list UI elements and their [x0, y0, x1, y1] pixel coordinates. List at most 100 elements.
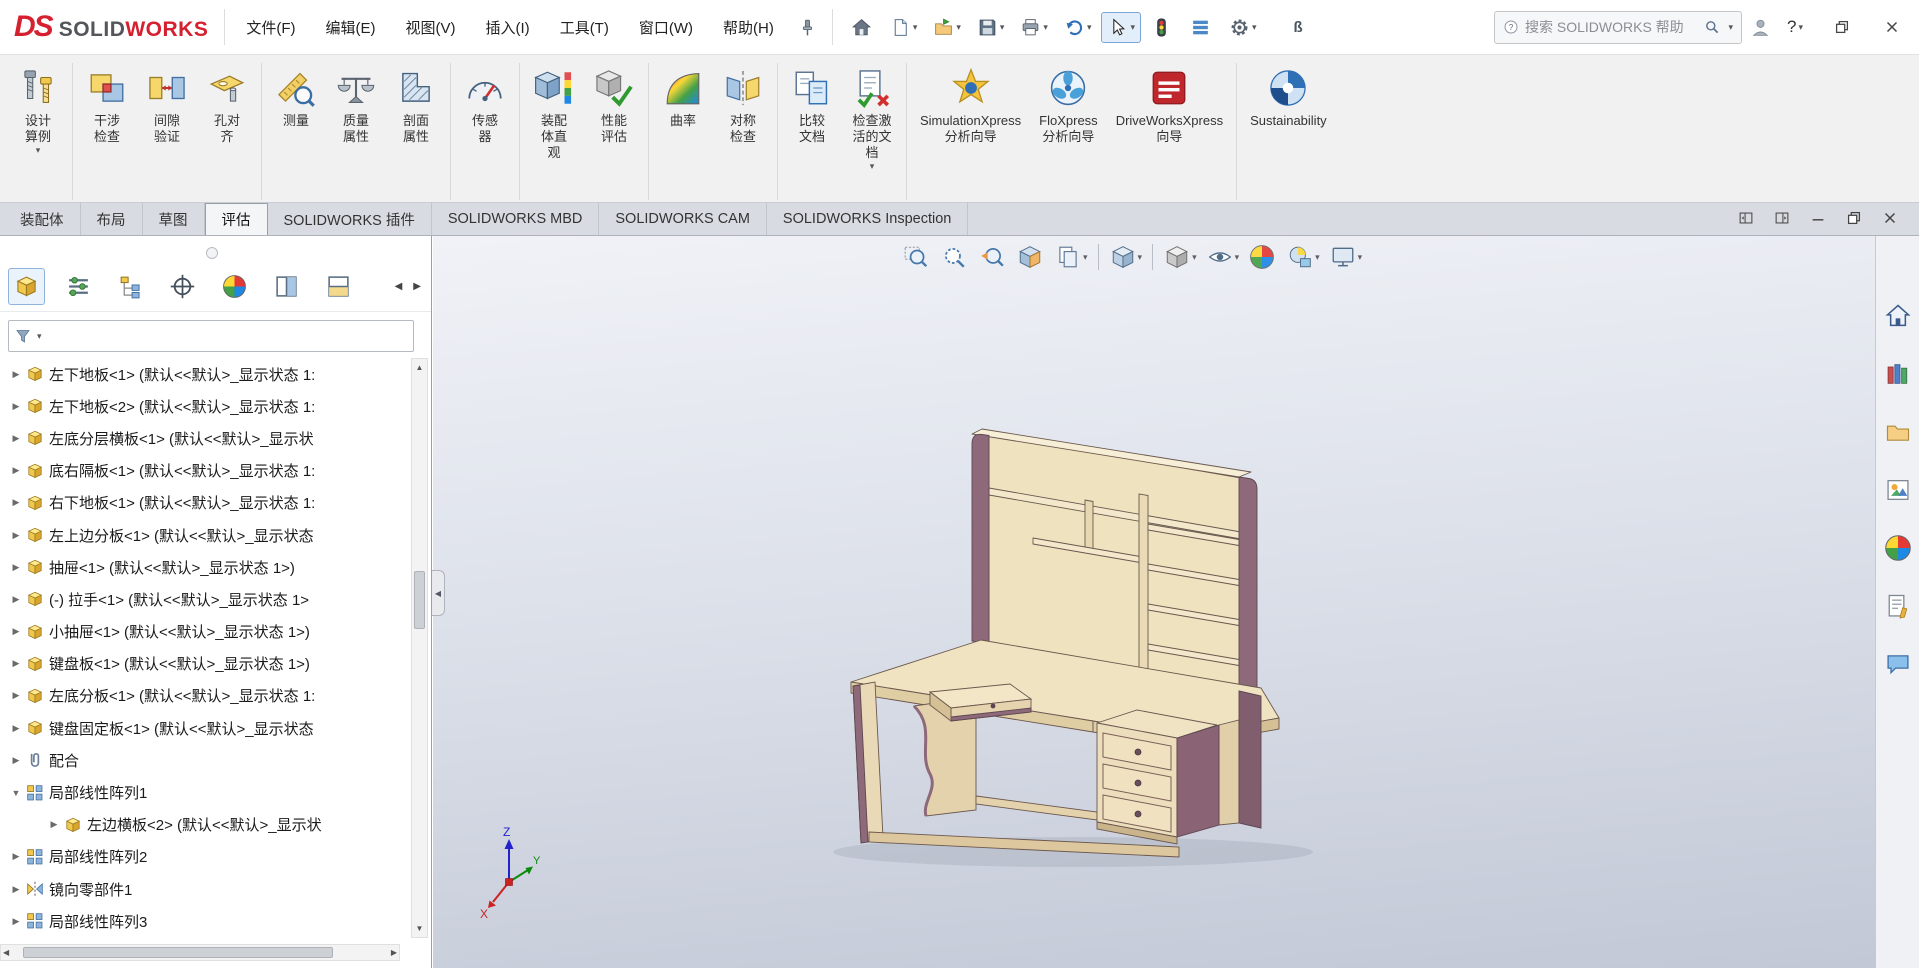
close-document-button[interactable] [1881, 209, 1899, 227]
zoom-to-area-button[interactable] [941, 244, 969, 270]
menu-item[interactable]: 文件(F) [231, 0, 310, 54]
open-document-button[interactable]: ▾ [927, 12, 967, 43]
tree-item[interactable]: ▶ 左边横板<2> (默认<<默认>_显示状 [0, 809, 410, 841]
home-button[interactable] [845, 12, 880, 43]
sensor-button[interactable]: 传感 器 [455, 63, 520, 200]
save-button[interactable]: ▾ [971, 12, 1011, 43]
sustainability-button[interactable]: Sustainability [1241, 63, 1336, 200]
propertymanager-tab[interactable] [60, 268, 97, 305]
print-button[interactable]: ▾ [1014, 12, 1054, 43]
hide-show-items-button[interactable]: ▾ [1207, 244, 1239, 270]
panel-collapse-handle[interactable]: ◀ [432, 570, 445, 616]
tree-item[interactable]: ▶ 配合 [0, 744, 410, 776]
tree-item[interactable]: ▶ 左底分层横板<1> (默认<<默认>_显示状 [0, 422, 410, 454]
tab-evaluate[interactable]: 评估 [204, 203, 268, 235]
search-icon[interactable] [1704, 19, 1720, 35]
tree-item[interactable]: ▼ 局部线性阵列1 [0, 776, 410, 808]
tree-expander-icon[interactable]: ▶ [8, 658, 24, 669]
options-button[interactable]: ▾ [1223, 12, 1263, 43]
mass-properties-button[interactable]: 质量 属性 [326, 63, 386, 200]
display-style-button[interactable]: ▾ [1152, 244, 1197, 270]
appearances-scenes-tab[interactable] [1882, 532, 1914, 564]
edit-appearance-button[interactable] [1249, 244, 1277, 270]
undo-button[interactable]: ▾ [1058, 12, 1098, 43]
command-list-button[interactable] [1184, 12, 1219, 43]
tree-expander-icon[interactable]: ▶ [46, 819, 62, 830]
previous-view-button[interactable] [979, 244, 1007, 270]
tree-expander-icon[interactable]: ▶ [8, 594, 24, 605]
tree-expander-icon[interactable]: ▶ [8, 626, 24, 637]
menu-item[interactable]: 帮助(H) [708, 0, 789, 54]
tree-item[interactable]: ▶ 小抽屉<1> (默认<<默认>_显示状态 1>) [0, 616, 410, 648]
annotation-views-button[interactable]: ▾ [1055, 244, 1088, 270]
tree-expander-icon[interactable]: ▶ [8, 369, 24, 380]
restore-app-button[interactable] [1827, 13, 1857, 41]
tree-item[interactable]: ▶ 抽屉<1> (默认<<默认>_显示状态 1>) [0, 551, 410, 583]
tree-expander-icon[interactable]: ▶ [8, 497, 24, 508]
new-document-button[interactable]: ▾ [884, 12, 924, 43]
interference-check-button[interactable]: 干涉 检查 [77, 63, 137, 200]
compare-documents-button[interactable]: 比较 文档 [782, 63, 842, 200]
pane-preview-right-button[interactable] [1773, 209, 1791, 227]
file-explorer-tab[interactable] [1882, 416, 1914, 448]
pin-icon[interactable] [791, 12, 824, 43]
tree-item[interactable]: ▶ 左底分板<1> (默认<<默认>_显示状态 1: [0, 680, 410, 712]
driveworksxpress-button[interactable]: DriveWorksXpress 向导 [1107, 63, 1238, 200]
tab-cam[interactable]: SOLIDWORKS CAM [599, 203, 767, 235]
tree-expander-icon[interactable]: ▶ [8, 530, 24, 541]
tree-expander-icon[interactable]: ▶ [8, 433, 24, 444]
tree-item[interactable]: ▶ 左上边分板<1> (默认<<默认>_显示状态 [0, 519, 410, 551]
tree-expander-icon[interactable]: ▶ [8, 562, 24, 573]
dimxpertmanager-tab[interactable] [164, 268, 201, 305]
solidworks-resources-tab[interactable] [1882, 300, 1914, 332]
menu-item[interactable]: 编辑(E) [311, 0, 391, 54]
tree-item[interactable]: ▶ 左下地板<1> (默认<<默认>_显示状态 1: [0, 358, 410, 390]
view-palette-tab[interactable] [1882, 474, 1914, 506]
assembly-visualization-button[interactable]: 装配 体直 观 [524, 63, 584, 200]
menu-item[interactable]: 工具(T) [545, 0, 624, 54]
tree-item[interactable]: ▶ (-) 拉手<1> (默认<<默认>_显示状态 1> [0, 583, 410, 615]
section-view-button[interactable] [1017, 244, 1045, 270]
menu-item[interactable]: 插入(I) [471, 0, 545, 54]
hole-alignment-button[interactable]: 孔对 齐 [197, 63, 262, 200]
scrollbar-thumb[interactable] [414, 571, 425, 629]
section-properties-button[interactable]: 剖面 属性 [386, 63, 451, 200]
misc-tool[interactable]: ß [1267, 12, 1311, 43]
tree-expander-icon[interactable]: ▶ [8, 851, 24, 862]
tab-mbd[interactable]: SOLIDWORKS MBD [432, 203, 600, 235]
user-account-button[interactable] [1744, 12, 1777, 43]
pane-preview-left-button[interactable] [1737, 209, 1755, 227]
design-library-tab[interactable] [1882, 358, 1914, 390]
split-pane-tab[interactable] [268, 268, 305, 305]
tab-addins[interactable]: SOLIDWORKS 插件 [268, 203, 432, 235]
scroll-left-arrow[interactable]: ◀ [1, 944, 11, 961]
tree-item[interactable]: ▶ 底右隔板<1> (默认<<默认>_显示状态 1: [0, 455, 410, 487]
configurationmanager-tab[interactable] [112, 268, 149, 305]
scrollbar-thumb[interactable] [23, 947, 334, 958]
menu-item[interactable]: 视图(V) [391, 0, 471, 54]
tree-item[interactable]: ▶ 镜向零部件1 [0, 873, 410, 905]
tree-expander-icon[interactable]: ▼ [8, 788, 24, 798]
panel-splitter-grip[interactable] [206, 247, 218, 259]
forum-tab[interactable] [1882, 648, 1914, 680]
tree-item[interactable]: ▶ 右下地板<1> (默认<<默认>_显示状态 1: [0, 487, 410, 519]
tree-item[interactable]: ▶ 局部线性阵列2 [0, 841, 410, 873]
view-settings-button[interactable]: ▾ [1330, 244, 1362, 270]
zoom-to-fit-button[interactable] [903, 244, 931, 270]
tree-expander-icon[interactable]: ▶ [8, 884, 24, 895]
tree-expander-icon[interactable]: ▶ [8, 723, 24, 734]
tab-inspection[interactable]: SOLIDWORKS Inspection [767, 203, 969, 235]
graphics-area[interactable]: ▾ ▾ ▾ ▾ ▾ ▾ Z Y X [433, 236, 1875, 968]
scroll-up-arrow[interactable]: ▲ [414, 359, 426, 376]
tree-expander-icon[interactable]: ▶ [8, 465, 24, 476]
tree-item[interactable]: ▶ 键盘固定板<1> (默认<<默认>_显示状态 [0, 712, 410, 744]
model-scene[interactable]: Z Y X [433, 236, 1875, 968]
scroll-down-arrow[interactable]: ▼ [414, 920, 426, 937]
panel-tabs-scroll-right[interactable]: ▶ [411, 279, 423, 294]
help-search-box[interactable]: 搜索 SOLIDWORKS 帮助 ▾ [1494, 10, 1742, 44]
split-pane-2-tab[interactable] [320, 268, 357, 305]
design-study-button[interactable]: 设计 算例 ▾ [8, 63, 73, 200]
tree-item[interactable]: ▶ 局部线性阵列3 [0, 905, 410, 937]
tree-expander-icon[interactable]: ▶ [8, 755, 24, 766]
symmetry-check-button[interactable]: 对称 检查 [713, 63, 778, 200]
